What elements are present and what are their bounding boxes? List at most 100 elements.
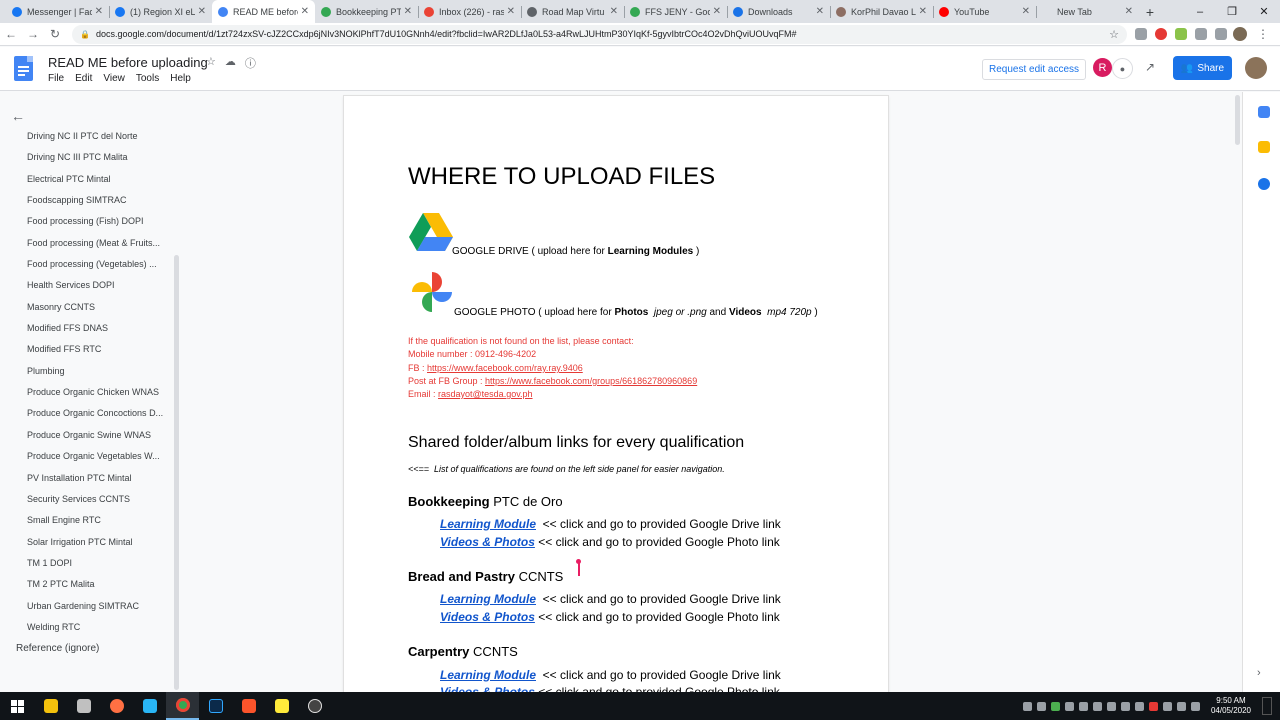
outline-item[interactable]: Food processing (Vegetables) ... [27, 258, 172, 279]
outline-item[interactable]: Small Engine RTC [27, 514, 172, 535]
menu-tools[interactable]: Tools [136, 73, 159, 84]
outline-item[interactable]: Produce Organic Chicken WNAS [27, 386, 172, 407]
browser-tab[interactable]: FFS JENY - Goo ✕ [624, 0, 727, 23]
browser-tab[interactable]: Road Map Virtu ✕ [521, 0, 624, 23]
tab-close-icon[interactable]: ✕ [198, 6, 206, 17]
browser-tab[interactable]: Inbox (226) - ras ✕ [418, 0, 521, 23]
forward-icon[interactable]: → [22, 27, 44, 41]
outline-item[interactable]: Health Services DOPI [27, 279, 172, 300]
keep-icon[interactable] [1258, 141, 1270, 153]
outline-item[interactable]: Driving NC II PTC del Norte [27, 130, 172, 151]
tray-icon[interactable] [1078, 701, 1088, 711]
tray-icon[interactable] [1064, 701, 1074, 711]
outline-item[interactable]: Produce Organic Swine WNAS [27, 429, 172, 450]
close-window-button[interactable]: ✕ [1248, 0, 1280, 23]
taskbar-clock[interactable]: 9:50 AM 04/05/2020 [1211, 696, 1251, 716]
obs-icon[interactable] [298, 692, 331, 720]
outline-item[interactable]: Masonry CCNTS [27, 301, 172, 322]
document-title[interactable]: READ ME before uploading [48, 55, 208, 70]
menu-help[interactable]: Help [170, 73, 191, 84]
tasks-icon[interactable] [1258, 178, 1270, 190]
outline-item[interactable]: Foodscapping SIMTRAC [27, 194, 172, 215]
learning-module-link[interactable]: Learning Module [440, 592, 536, 606]
outline-item[interactable]: Food processing (Meat & Fruits... [27, 237, 172, 258]
back-icon[interactable]: ← [0, 27, 22, 41]
notes-extension-icon[interactable] [1175, 28, 1187, 40]
chevron-right-icon[interactable]: › [1257, 667, 1261, 679]
browser-tab[interactable]: Messenger | Face✕ [6, 0, 109, 23]
cloud-status-icon[interactable]: ☁ [225, 55, 236, 71]
tab-close-icon[interactable]: ✕ [1125, 6, 1133, 17]
request-edit-access-button[interactable]: Request edit access [982, 59, 1087, 80]
media-player-icon[interactable] [100, 692, 133, 720]
tab-close-icon[interactable]: ✕ [919, 6, 927, 17]
address-bar[interactable]: 🔒 docs.google.com/document/d/1zt724zxSV-… [72, 24, 1127, 44]
document-scrollbar[interactable] [1235, 95, 1240, 145]
videos-photos-link[interactable]: Videos & Photos [440, 610, 535, 624]
info-icon[interactable]: ⓘ [245, 55, 256, 71]
browser-menu-icon[interactable]: ⋮ [1257, 27, 1269, 41]
tray-icon[interactable] [1036, 701, 1046, 711]
outline-item[interactable]: Welding RTC [27, 621, 172, 642]
browser-tab[interactable]: Bookkeeping PTC✕ [315, 0, 418, 23]
bookmark-star-icon[interactable]: ☆ [1109, 28, 1119, 41]
file-explorer-icon[interactable] [34, 692, 67, 720]
contact-email-link[interactable]: rasdayot@tesda.gov.ph [438, 389, 533, 399]
outline-item[interactable]: Produce Organic Vegetables W... [27, 450, 172, 471]
tab-close-icon[interactable]: ✕ [404, 6, 412, 17]
tab-close-icon[interactable]: ✕ [95, 6, 103, 17]
tray-icon[interactable] [1134, 701, 1144, 711]
star-icon[interactable]: ☆ [206, 55, 216, 71]
outline-item[interactable]: TM 2 PTC Malita [27, 578, 172, 599]
browser-tab[interactable]: Downloads ✕ [727, 0, 830, 23]
account-avatar[interactable] [1245, 57, 1267, 79]
outline-item[interactable]: TM 1 DOPI [27, 557, 172, 578]
tab-close-icon[interactable]: ✕ [610, 6, 618, 17]
tab-close-icon[interactable]: ✕ [301, 6, 309, 17]
outline-item[interactable]: Modified FFS DNAS [27, 322, 172, 343]
contact-fb-link[interactable]: https://www.facebook.com/ray.ray.9406 [427, 363, 583, 373]
outline-item[interactable]: Plumbing [27, 365, 172, 386]
outline-item[interactable]: PV Installation PTC Mintal [27, 472, 172, 493]
tab-close-icon[interactable]: ✕ [507, 6, 515, 17]
outline-scrollbar[interactable] [174, 255, 179, 690]
tab-close-icon[interactable]: ✕ [1022, 6, 1030, 17]
menu-edit[interactable]: Edit [75, 73, 92, 84]
outline-item-reference[interactable]: Reference (ignore) [16, 643, 99, 654]
menu-view[interactable]: View [103, 73, 125, 84]
outline-item[interactable]: Food processing (Fish) DOPI [27, 215, 172, 236]
tray-icon[interactable] [1022, 701, 1032, 711]
outline-item[interactable]: Solar Irrigation PTC Mintal [27, 536, 172, 557]
volume-icon[interactable] [1176, 701, 1186, 711]
videos-photos-link[interactable]: Videos & Photos [440, 535, 535, 549]
tray-icon[interactable] [1148, 701, 1158, 711]
photoshop-icon[interactable] [199, 692, 232, 720]
browser-tab[interactable]: YouTube ✕ [933, 0, 1036, 23]
camera-extension-icon[interactable] [1215, 28, 1227, 40]
browser-tab[interactable]: New Tab ✕ [1036, 0, 1139, 23]
brave-browser-icon[interactable] [232, 692, 265, 720]
new-tab-button[interactable]: + [1139, 0, 1161, 23]
browser-profile-avatar[interactable] [1233, 27, 1247, 41]
share-button[interactable]: 👥 Share [1173, 56, 1232, 80]
reload-icon[interactable]: ↻ [44, 27, 66, 41]
calendar-icon[interactable] [1258, 106, 1270, 118]
browser-tab[interactable]: (1) Region XI eLe ✕ [109, 0, 212, 23]
menu-file[interactable]: File [48, 73, 64, 84]
tray-icon[interactable] [1106, 701, 1116, 711]
network-app-icon[interactable] [133, 692, 166, 720]
minimize-button[interactable]: – [1184, 0, 1216, 23]
tray-icon[interactable] [1120, 701, 1130, 711]
learning-module-link[interactable]: Learning Module [440, 517, 536, 531]
docs-logo-icon[interactable] [14, 56, 33, 81]
viewer-avatar[interactable]: R [1093, 58, 1112, 77]
contact-group-link[interactable]: https://www.facebook.com/groups/66186278… [485, 376, 697, 386]
outline-item[interactable]: Driving NC III PTC Malita [27, 151, 172, 172]
adblock-extension-icon[interactable] [1155, 28, 1167, 40]
outline-item[interactable]: Urban Gardening SIMTRAC [27, 600, 172, 621]
activity-dashboard-icon[interactable]: ↗ [1145, 60, 1155, 74]
videos-photos-link[interactable]: Videos & Photos [440, 685, 535, 692]
maximize-button[interactable]: ❐ [1216, 0, 1248, 23]
outline-item[interactable]: Electrical PTC Mintal [27, 173, 172, 194]
sticky-notes-icon[interactable] [265, 692, 298, 720]
